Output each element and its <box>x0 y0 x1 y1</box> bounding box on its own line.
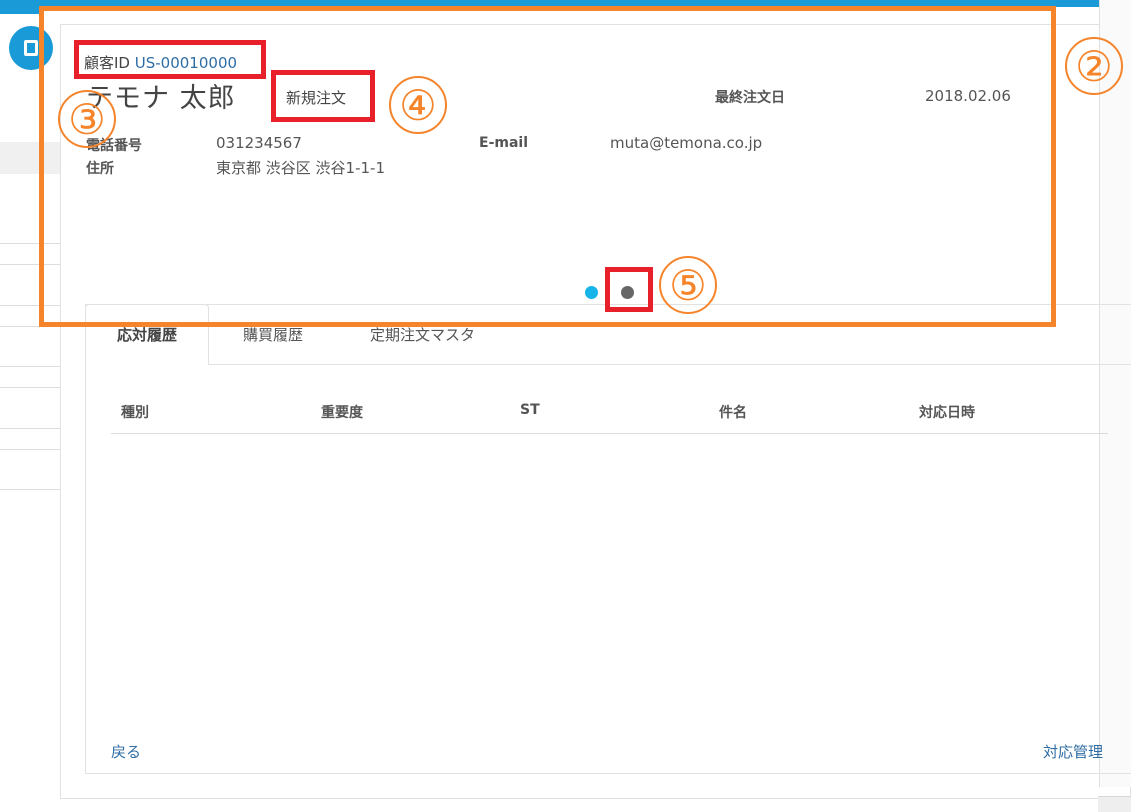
column-header-datetime[interactable]: 対応日時 <box>919 402 975 422</box>
column-header-type[interactable]: 種別 <box>121 402 149 422</box>
annotation-highlight-3 <box>74 40 266 79</box>
sidebar-divider <box>0 449 60 450</box>
back-link[interactable]: 戻る <box>111 741 141 762</box>
annotation-number-5: ⑤ <box>659 256 717 314</box>
annotation-number-4: ④ <box>389 76 447 134</box>
sidebar-divider <box>0 387 60 388</box>
tab-purchase-history[interactable]: 購買履歴 <box>243 324 303 345</box>
annotation-number-3: ③ <box>58 90 116 148</box>
support-management-link[interactable]: 対応管理 <box>1043 741 1103 762</box>
table-header-divider <box>111 433 1108 434</box>
column-header-status[interactable]: ST <box>520 402 540 418</box>
sidebar-divider <box>0 366 60 367</box>
column-header-subject[interactable]: 件名 <box>719 402 747 422</box>
column-header-priority[interactable]: 重要度 <box>321 402 363 422</box>
sidebar-divider <box>0 489 60 490</box>
tab-content-box <box>85 304 1131 774</box>
sidebar-divider <box>0 428 60 429</box>
tab-support-history[interactable]: 応対履歴 <box>117 324 177 345</box>
annotation-number-2: ② <box>1065 37 1123 95</box>
tab-underline <box>209 364 1131 365</box>
tab-subscription-master[interactable]: 定期注文マスタ <box>370 324 475 345</box>
annotation-highlight-4 <box>271 70 375 122</box>
scrollbar-corner <box>1098 796 1131 812</box>
annotation-highlight-5 <box>605 267 653 312</box>
